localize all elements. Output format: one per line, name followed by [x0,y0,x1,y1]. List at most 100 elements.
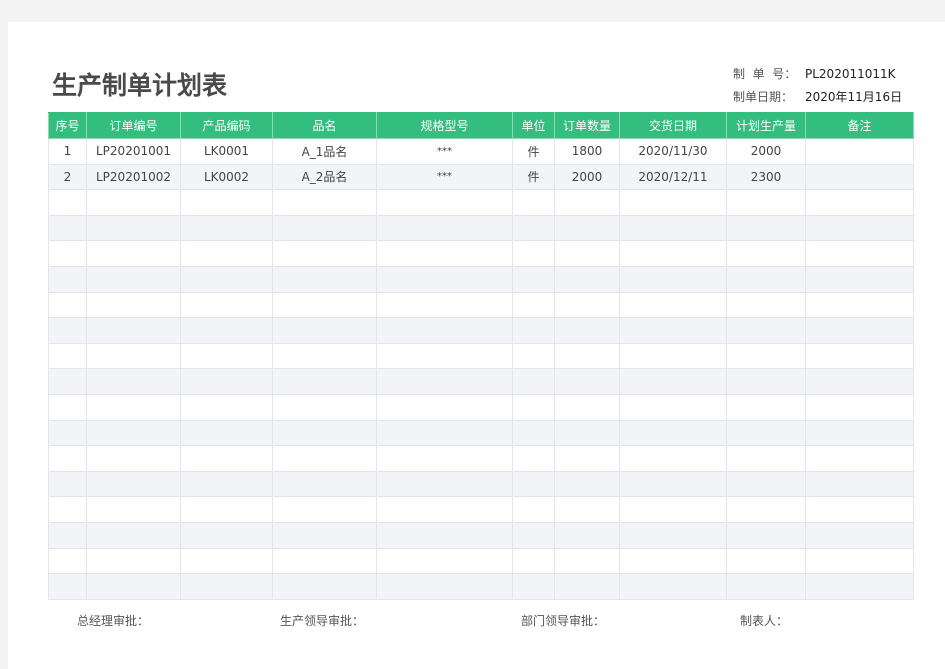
table-cell[interactable] [272,393,377,421]
table-cell[interactable] [180,368,273,395]
table-cell[interactable] [272,189,377,216]
table-cell[interactable] [619,547,727,575]
table-cell[interactable] [619,393,727,421]
table-cell[interactable]: 件 [512,138,555,165]
table-cell[interactable] [805,138,914,165]
table-cell[interactable] [48,368,87,395]
table-cell[interactable] [512,547,555,575]
table-cell[interactable] [805,496,914,523]
table-cell[interactable] [376,189,513,216]
table-cell[interactable]: 1 [48,138,87,165]
table-cell[interactable] [554,240,620,267]
table-cell[interactable] [48,393,87,421]
table-cell[interactable]: 2020/11/30 [619,138,727,165]
table-cell[interactable] [554,368,620,395]
table-cell[interactable]: 2000 [726,138,806,165]
table-cell[interactable] [805,317,914,344]
table-cell[interactable] [376,547,513,575]
table-cell[interactable] [272,521,377,549]
table-cell[interactable] [805,573,914,600]
table-cell[interactable]: LP20201001 [86,138,181,165]
table-cell[interactable] [86,445,181,472]
table-cell[interactable] [48,265,87,293]
table-cell[interactable] [180,496,273,523]
table-cell[interactable] [272,496,377,523]
table-cell[interactable] [726,265,806,293]
table-cell[interactable] [805,189,914,216]
table-cell[interactable] [619,573,727,600]
table-cell[interactable] [86,521,181,549]
table-cell[interactable] [180,342,273,370]
table-cell[interactable] [48,189,87,216]
table-cell[interactable] [554,189,620,216]
table-cell[interactable] [272,368,377,395]
table-cell[interactable] [619,240,727,267]
table-cell[interactable] [726,342,806,370]
table-cell[interactable] [86,496,181,523]
table-cell[interactable] [554,342,620,370]
table-cell[interactable] [180,393,273,421]
table-cell[interactable] [726,317,806,344]
table-cell[interactable] [376,521,513,549]
table-cell[interactable] [554,419,620,447]
table-cell[interactable]: LK0001 [180,138,273,165]
table-cell[interactable] [726,547,806,575]
table-cell[interactable] [554,521,620,549]
table-cell[interactable] [805,521,914,549]
table-cell[interactable] [376,291,513,319]
table-cell[interactable] [376,317,513,344]
table-cell[interactable] [180,445,273,472]
table-cell[interactable] [726,291,806,319]
table-cell[interactable] [726,521,806,549]
table-cell[interactable] [272,291,377,319]
table-cell[interactable] [512,393,555,421]
table-cell[interactable] [512,496,555,523]
table-cell[interactable] [619,496,727,523]
table-cell[interactable] [48,470,87,498]
table-cell[interactable] [376,393,513,421]
table-cell[interactable] [512,368,555,395]
table-cell[interactable] [512,214,555,242]
table-cell[interactable] [376,419,513,447]
table-cell[interactable]: 2300 [726,163,806,191]
table-cell[interactable] [86,265,181,293]
table-cell[interactable] [272,240,377,267]
table-cell[interactable] [86,547,181,575]
table-cell[interactable] [554,291,620,319]
table-cell[interactable]: 2 [48,163,87,191]
table-cell[interactable] [805,163,914,191]
table-cell[interactable]: 2000 [554,163,620,191]
table-cell[interactable] [180,521,273,549]
table-cell[interactable] [619,419,727,447]
table-cell[interactable] [48,573,87,600]
table-cell[interactable] [376,368,513,395]
table-cell[interactable]: 件 [512,163,555,191]
table-cell[interactable]: A_1品名 [272,138,377,165]
table-cell[interactable]: 2020/12/11 [619,163,727,191]
table-cell[interactable] [272,445,377,472]
table-cell[interactable] [726,189,806,216]
table-cell[interactable] [726,393,806,421]
table-cell[interactable] [805,470,914,498]
table-cell[interactable]: A_2品名 [272,163,377,191]
table-cell[interactable] [180,291,273,319]
table-cell[interactable] [86,342,181,370]
table-cell[interactable] [512,317,555,344]
table-cell[interactable] [180,419,273,447]
table-cell[interactable] [805,419,914,447]
table-cell[interactable] [805,265,914,293]
table-cell[interactable] [86,214,181,242]
table-cell[interactable] [376,214,513,242]
table-cell[interactable] [272,265,377,293]
table-cell[interactable] [726,368,806,395]
table-cell[interactable] [376,496,513,523]
table-cell[interactable] [376,342,513,370]
table-cell[interactable] [512,470,555,498]
table-cell[interactable] [619,470,727,498]
table-cell[interactable] [554,470,620,498]
table-cell[interactable] [619,291,727,319]
table-cell[interactable] [619,445,727,472]
table-cell[interactable]: *** [376,138,513,165]
table-cell[interactable] [86,393,181,421]
table-cell[interactable] [554,393,620,421]
